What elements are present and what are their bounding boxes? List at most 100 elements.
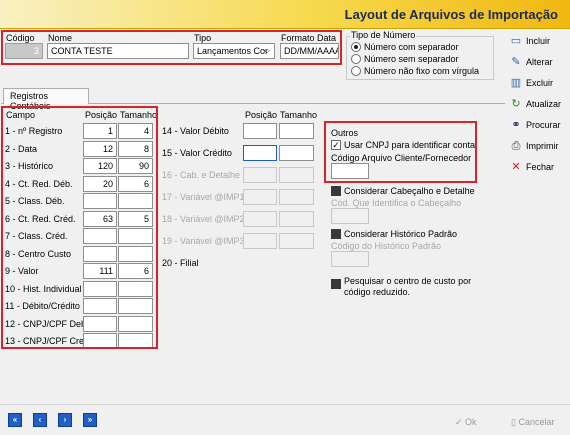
posicao-input[interactable]: 120 xyxy=(83,158,117,174)
posicao-input[interactable]: 111 xyxy=(83,263,117,279)
posicao-input[interactable] xyxy=(83,228,117,244)
posicao-input[interactable] xyxy=(83,298,117,314)
cod-cabecalho-field xyxy=(331,208,369,224)
posicao-input[interactable]: 20 xyxy=(83,176,117,192)
field-label: 20 - Filial xyxy=(162,258,199,268)
posicao-input[interactable] xyxy=(83,246,117,262)
formato-data-field[interactable]: DD/MM/AAAA xyxy=(280,43,339,59)
incluir-button[interactable]: ▭ Incluir xyxy=(508,33,566,51)
last-icon: » xyxy=(87,415,93,424)
radio-nao-fixo-label: Número não fixo com vírgula xyxy=(364,66,480,76)
ok-button[interactable]: ✓ Ok xyxy=(455,417,477,428)
tipo-numero-title: Tipo de Número xyxy=(350,30,417,40)
tamanho-input[interactable]: 6 xyxy=(118,263,153,279)
delete-icon: ▥ xyxy=(510,77,522,89)
tamanho-input[interactable]: 4 xyxy=(118,123,153,139)
cancelar-label: Cancelar xyxy=(518,417,555,427)
alterar-button[interactable]: ✎ Alterar xyxy=(508,54,566,72)
refresh-icon: ↻ xyxy=(511,98,521,110)
col-tamanho-header: Tamanho xyxy=(120,110,158,120)
col-posicao-header-right: Posição xyxy=(245,110,278,120)
field-label: 17 - Variável @IMP1 xyxy=(162,192,245,202)
tamanho-input[interactable]: 6 xyxy=(118,176,153,192)
next-icon: › xyxy=(63,415,67,424)
radio-com-separador[interactable] xyxy=(351,42,361,52)
posicao-input[interactable] xyxy=(243,123,277,139)
usar-cnpj-checkbox[interactable]: ✓ xyxy=(331,140,341,150)
tamanho-input[interactable]: 8 xyxy=(118,141,153,157)
excluir-button[interactable]: ▥ Excluir xyxy=(508,75,566,93)
edit-icon: ✎ xyxy=(511,56,521,68)
atualizar-button[interactable]: ↻ Atualizar xyxy=(508,96,566,114)
field-label: 13 - CNPJ/CPF Cred. xyxy=(5,336,92,346)
posicao-input[interactable]: 63 xyxy=(83,211,117,227)
pesquisar-centro-checkbox[interactable] xyxy=(331,279,341,289)
field-label: 7 - Class. Créd. xyxy=(5,231,68,241)
tamanho-input[interactable] xyxy=(118,228,153,244)
excluir-label: Excluir xyxy=(526,78,554,88)
outros-title: Outros xyxy=(331,128,359,138)
codigo-field: 3 xyxy=(5,43,43,59)
cancelar-button[interactable]: ▯ Cancelar xyxy=(511,417,554,428)
tamanho-input[interactable] xyxy=(118,316,153,332)
tab-registros-contabeis[interactable]: Registros Contábeis xyxy=(3,88,89,111)
procurar-button[interactable]: ⚭ Procurar xyxy=(508,117,566,135)
tamanho-input[interactable]: 90 xyxy=(118,158,153,174)
procurar-label: Procurar xyxy=(526,120,561,130)
col-campo-header: Campo xyxy=(6,110,36,120)
nome-field[interactable]: CONTA TESTE xyxy=(47,43,189,59)
field-label: 3 - Histórico xyxy=(5,161,54,171)
window-title: Layout de Arquivos de Importação xyxy=(344,7,558,22)
field-label: 2 - Data xyxy=(5,144,38,154)
col-posicao-header: Posição xyxy=(85,110,118,120)
field-label: 5 - Class. Déb. xyxy=(5,196,65,206)
radio-nao-fixo[interactable] xyxy=(351,66,361,76)
posicao-input[interactable]: 12 xyxy=(83,141,117,157)
tamanho-input[interactable] xyxy=(118,246,153,262)
pesquisar-centro-label-2: código reduzido. xyxy=(344,287,411,297)
field-label: 8 - Centro Custo xyxy=(5,249,72,259)
posicao-input xyxy=(243,233,277,249)
posicao-input[interactable] xyxy=(243,145,277,161)
field-label: 16 - Cab. e Detalhe xyxy=(162,170,241,180)
posicao-input[interactable] xyxy=(83,333,117,349)
posicao-input[interactable]: 1 xyxy=(83,123,117,139)
tamanho-input[interactable] xyxy=(118,333,153,349)
considerar-cabecalho-checkbox[interactable] xyxy=(331,186,341,196)
tamanho-input xyxy=(279,167,314,183)
last-record-button[interactable]: » xyxy=(83,413,97,427)
tamanho-input[interactable] xyxy=(118,281,153,297)
first-record-button[interactable]: « xyxy=(8,413,22,427)
tamanho-input[interactable]: 5 xyxy=(118,211,153,227)
posicao-input[interactable] xyxy=(83,316,117,332)
codigo-label: Código xyxy=(6,33,35,43)
tipo-select[interactable]: Lançamentos Cor ⌵ xyxy=(193,43,275,59)
tamanho-input[interactable] xyxy=(118,298,153,314)
tamanho-input[interactable] xyxy=(279,123,314,139)
posicao-input[interactable] xyxy=(83,193,117,209)
title-bar: Layout de Arquivos de Importação xyxy=(0,0,570,29)
considerar-historico-checkbox[interactable] xyxy=(331,229,341,239)
field-label: 9 - Valor xyxy=(5,266,39,276)
usar-cnpj-label: Usar CNPJ para identificar conta xyxy=(344,140,476,150)
incluir-label: Incluir xyxy=(526,36,551,46)
chevron-down-icon: ⌵ xyxy=(263,46,271,55)
footer-divider xyxy=(0,404,570,405)
posicao-input xyxy=(243,211,277,227)
imprimir-label: Imprimir xyxy=(526,141,559,151)
tamanho-input[interactable] xyxy=(118,193,153,209)
next-record-button[interactable]: › xyxy=(58,413,72,427)
col-tamanho-header-right: Tamanho xyxy=(280,110,318,120)
nome-label: Nome xyxy=(48,33,73,43)
considerar-cabecalho-label: Considerar Cabeçalho e Detalhe xyxy=(344,186,475,196)
posicao-input[interactable] xyxy=(83,281,117,297)
fechar-button[interactable]: ✕ Fechar xyxy=(508,159,566,177)
imprimir-button[interactable]: ⎙ Imprimir xyxy=(508,138,566,156)
atualizar-label: Atualizar xyxy=(526,99,562,109)
prev-record-button[interactable]: ‹ xyxy=(33,413,47,427)
binoculars-icon: ⚭ xyxy=(511,119,521,131)
printer-icon: ⎙ xyxy=(511,140,521,152)
radio-sem-separador[interactable] xyxy=(351,54,361,64)
codigo-arquivo-field[interactable] xyxy=(331,163,369,179)
tamanho-input[interactable] xyxy=(279,145,314,161)
